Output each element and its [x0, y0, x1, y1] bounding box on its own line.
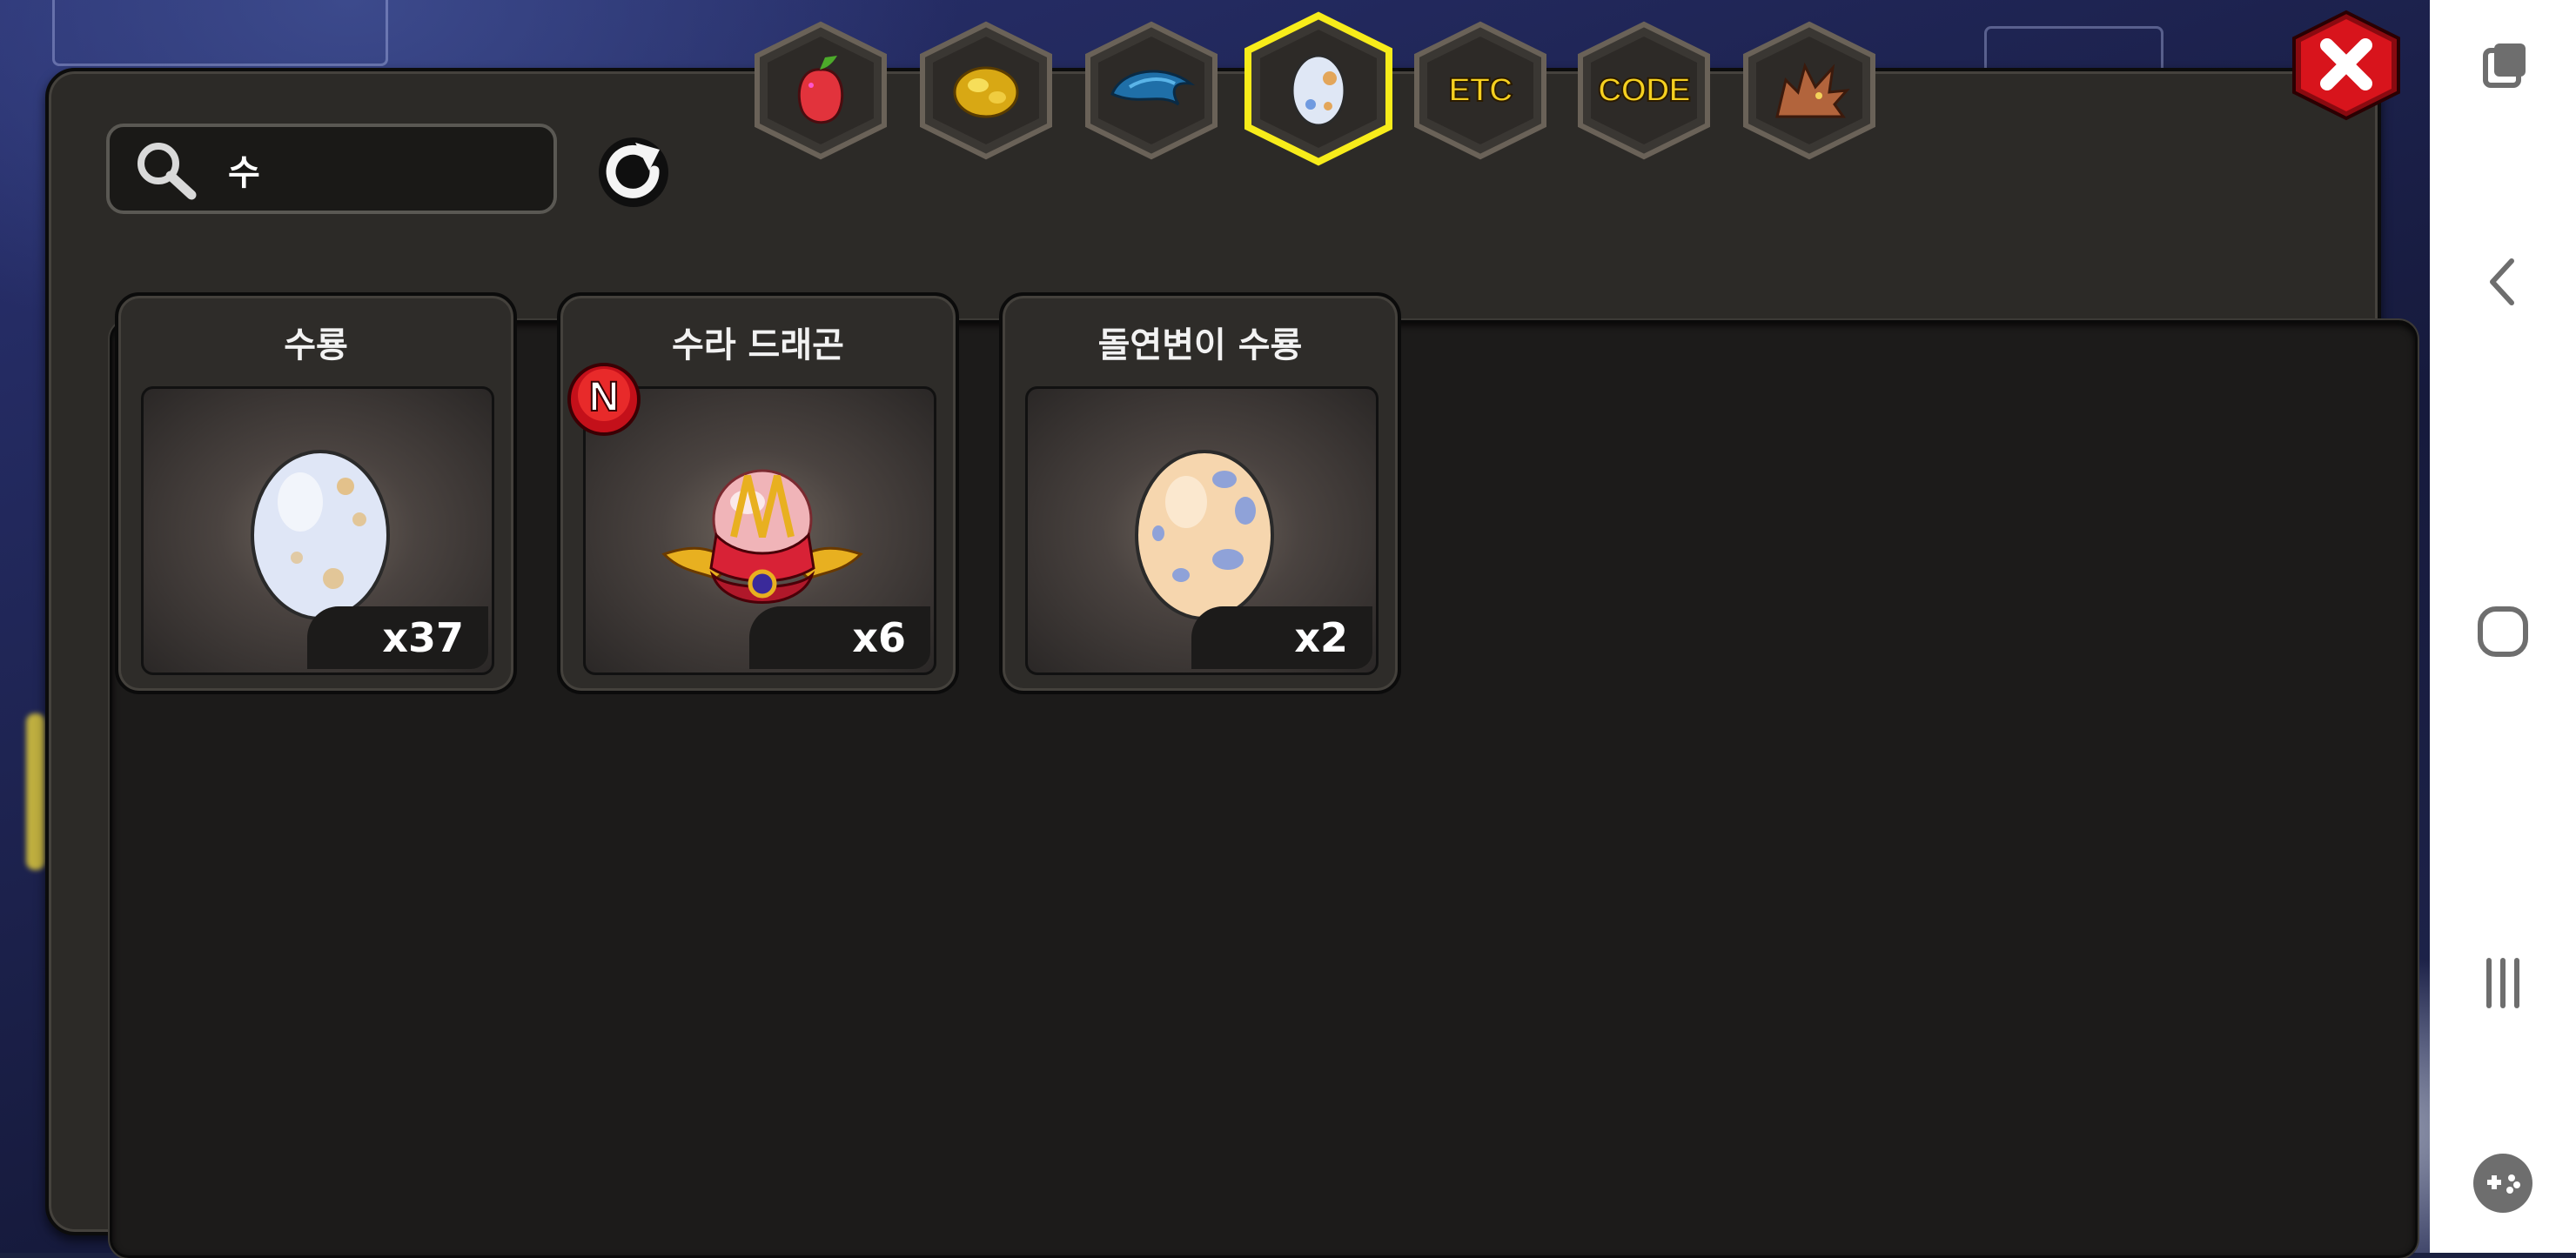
refresh-button[interactable] [592, 130, 675, 214]
item-quantity: x6 [749, 606, 930, 669]
item-name: 수룡 [284, 325, 348, 365]
recent-apps-icon[interactable] [2468, 35, 2538, 104]
menu-icon[interactable] [2468, 948, 2538, 1018]
new-badge-label: N [589, 374, 620, 420]
egg-icon [1291, 54, 1346, 127]
tab-egg[interactable] [1238, 10, 1399, 167]
item-card[interactable]: 돌연변이 수룡 x2 [999, 292, 1401, 694]
item-image-frame: x37 [141, 386, 494, 675]
search-icon [138, 143, 197, 200]
search-value: 수 [228, 153, 260, 193]
item-name: 돌연변이 수룡 [1097, 325, 1303, 365]
item-image-frame: x2 [1025, 386, 1379, 675]
close-button[interactable] [2287, 9, 2405, 122]
item-quantity: x2 [1191, 606, 1372, 669]
tab-etc[interactable]: ETC [1406, 19, 1554, 162]
hex-frame [755, 21, 887, 160]
item-quantity: x37 [307, 606, 488, 669]
gold-icon [953, 66, 1019, 118]
system-navigation-bar [2430, 0, 2576, 1253]
tab-scale[interactable] [1077, 19, 1225, 162]
item-card[interactable]: 수룡 x37 [115, 292, 517, 694]
tab-code[interactable]: CODE [1570, 19, 1718, 162]
tab-etc-label: ETC [1448, 71, 1514, 110]
tab-dragon[interactable] [1735, 19, 1883, 162]
tab-gold[interactable] [912, 19, 1060, 162]
side-glow [26, 713, 45, 870]
new-badge: N [567, 363, 641, 436]
game-tools-icon[interactable] [2468, 1148, 2538, 1218]
tab-code-label: CODE [1597, 71, 1692, 110]
tab-fruit[interactable] [747, 19, 895, 162]
home-icon[interactable] [2468, 597, 2538, 666]
back-icon[interactable] [2468, 247, 2538, 317]
search-input[interactable]: 수 [106, 124, 557, 214]
item-card[interactable]: 수라 드래곤 x6 [557, 292, 959, 694]
